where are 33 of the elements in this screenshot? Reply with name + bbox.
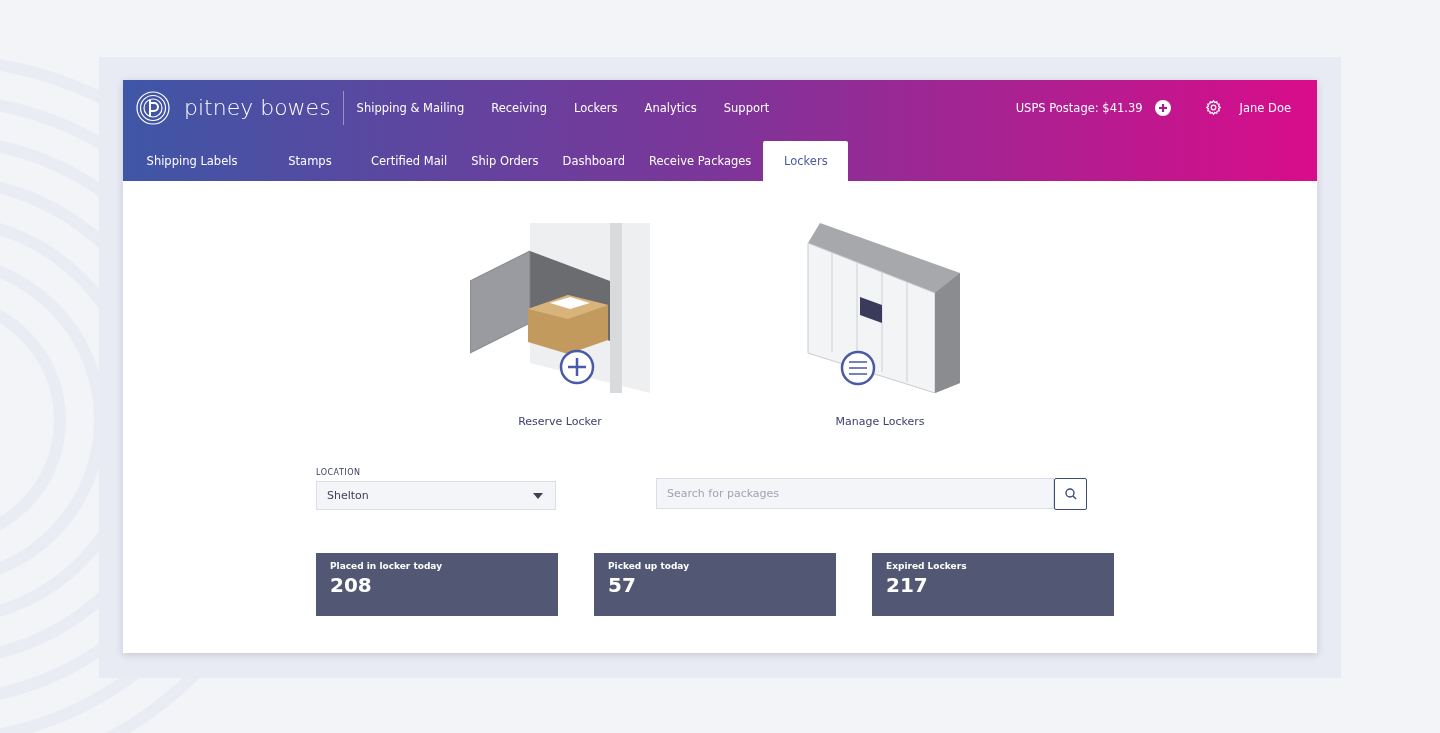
location-dropdown[interactable]: Shelton (316, 481, 556, 510)
nav-link[interactable]: Analytics (644, 100, 697, 115)
brand-name: pitney bowes (184, 95, 331, 120)
settings-icon[interactable] (1204, 99, 1222, 116)
stat-label: Picked up today (608, 561, 690, 571)
stat-value: 208 (330, 573, 373, 597)
stat-label: Placed in locker today (330, 561, 443, 571)
stat-value: 57 (608, 573, 637, 597)
tab[interactable]: Certified Mail (359, 141, 460, 181)
tab[interactable]: Ship Orders (459, 141, 551, 181)
nav-link[interactable]: Support (723, 100, 770, 115)
action-link[interactable]: Reserve Locker (518, 415, 602, 428)
user-name[interactable]: Jane Doe (1239, 100, 1291, 115)
stat-label: Expired Lockers (886, 561, 968, 571)
stat-value: 217 (886, 573, 929, 597)
tab[interactable]: Shipping Labels (123, 141, 261, 181)
nav-link[interactable]: Receiving (491, 100, 547, 115)
add-postage-icon[interactable] (1154, 99, 1171, 116)
tab[interactable]: Lockers (763, 141, 849, 181)
locker-parcel-drawing[interactable] (470, 223, 650, 393)
tab[interactable]: Stamps (261, 141, 359, 181)
field-label: LOCATION (316, 468, 362, 477)
search-button[interactable] (1054, 478, 1087, 510)
nav-link[interactable]: Lockers (573, 100, 618, 115)
search-icon (1064, 488, 1077, 500)
action-link[interactable]: Manage Lockers (835, 415, 925, 428)
tab[interactable]: Dashboard (550, 141, 637, 181)
tab[interactable]: Receive Packages (637, 141, 764, 181)
search-field[interactable]: Search for packages (656, 478, 1054, 509)
dropdown-caret-icon (533, 492, 543, 499)
logo-icon (136, 90, 170, 125)
nav-link[interactable]: Shipping & Mailing (356, 100, 465, 115)
postage-balance: USPS Postage: $41.39 (1015, 100, 1143, 115)
